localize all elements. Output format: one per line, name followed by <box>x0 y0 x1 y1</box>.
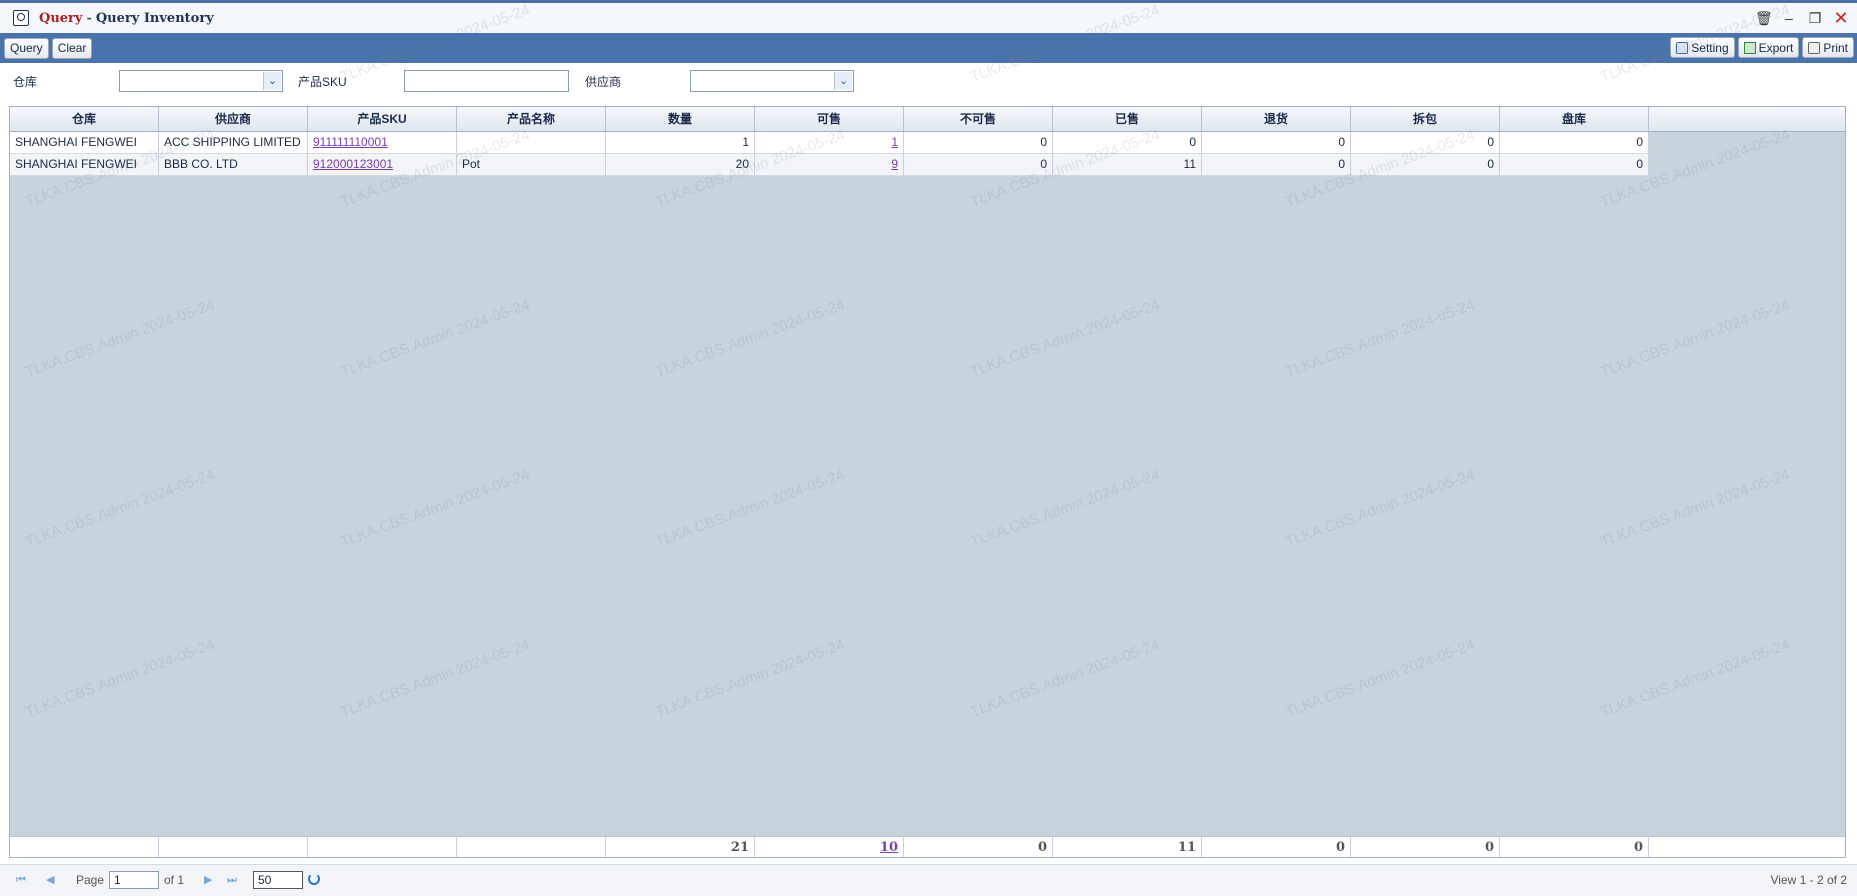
cell-returned: 0 <box>1202 154 1351 176</box>
toolbar-right: Setting Export Print <box>1670 37 1854 58</box>
cell-supplier: ACC SHIPPING LIMITED <box>159 132 308 154</box>
cell-sellable: 9 <box>755 154 904 176</box>
cell-warehouse: SHANGHAI FENGWEI <box>10 154 159 176</box>
col-header-sku[interactable]: 产品SKU <box>308 107 457 131</box>
col-header-sold[interactable]: 已售 <box>1053 107 1202 131</box>
supplier-select[interactable]: ⌄ <box>690 70 854 92</box>
setting-label: Setting <box>1691 40 1729 55</box>
print-button[interactable]: Print <box>1802 37 1854 58</box>
prev-page-icon[interactable]: ◀ <box>46 875 56 886</box>
total-unsellable: 0 <box>904 837 1053 857</box>
page-label: Page <box>76 873 105 887</box>
trash-icon[interactable]: 🗑 <box>1755 10 1773 26</box>
chevron-down-icon[interactable]: ⌄ <box>834 72 852 90</box>
warehouse-select[interactable]: ⌄ <box>119 70 283 92</box>
first-page-icon[interactable]: ⏮ <box>16 875 26 886</box>
col-header-supplier[interactable]: 供应商 <box>159 107 308 131</box>
total-empty-sku <box>308 837 457 857</box>
sellable-link[interactable]: 1 <box>891 135 898 149</box>
total-quantity: 21 <box>606 837 755 857</box>
cell-sold: 11 <box>1053 154 1202 176</box>
col-header-returned[interactable]: 退货 <box>1202 107 1351 131</box>
cell-sku: 911111110001 <box>308 132 457 154</box>
view-count: View 1 - 2 of 2 <box>1770 873 1848 887</box>
title-page: Query Inventory <box>95 10 214 26</box>
sku-input[interactable] <box>404 70 569 92</box>
setting-button[interactable]: Setting <box>1670 37 1735 58</box>
export-label: Export <box>1758 40 1794 55</box>
total-empty-warehouse <box>10 837 159 857</box>
inventory-grid: 仓库 供应商 产品SKU 产品名称 数量 可售 不可售 已售 退货 拆包 盘库 … <box>9 106 1846 858</box>
cell-returned: 0 <box>1202 132 1351 154</box>
sellable-link[interactable]: 9 <box>891 157 898 171</box>
col-header-product-name[interactable]: 产品名称 <box>457 107 606 131</box>
window-title-bar: Query - Query Inventory 🗑 – ❐ ✕ <box>0 0 1857 33</box>
page-input[interactable]: 1 <box>109 871 159 889</box>
toolbar: Query Clear Setting Export Print <box>0 33 1857 63</box>
filter-bar: 仓库 ⌄ 产品SKU 供应商 ⌄ <box>0 63 1857 100</box>
search-window-icon <box>13 10 29 26</box>
table-row[interactable]: SHANGHAI FENGWEI ACC SHIPPING LIMITED 91… <box>10 132 1649 154</box>
cell-unpacked: 0 <box>1351 132 1500 154</box>
setting-icon <box>1676 41 1689 54</box>
total-empty-supplier <box>159 837 308 857</box>
title-separator: - <box>86 10 92 26</box>
total-returned: 0 <box>1202 837 1351 857</box>
table-row[interactable]: SHANGHAI FENGWEI BBB CO. LTD 91200012300… <box>10 154 1649 176</box>
cell-quantity: 20 <box>606 154 755 176</box>
cell-stocktake: 0 <box>1500 132 1649 154</box>
window-controls: 🗑 – ❐ ✕ <box>1755 9 1849 27</box>
supplier-label: 供应商 <box>585 75 622 89</box>
col-header-unsellable[interactable]: 不可售 <box>904 107 1053 131</box>
total-unpacked: 0 <box>1351 837 1500 857</box>
next-page-icon[interactable]: ▶ <box>204 875 214 886</box>
warehouse-label: 仓库 <box>13 75 38 89</box>
totals-row: 21 10 0 11 0 0 0 <box>10 836 1845 857</box>
pager: ⏮ ◀ Page 1 of 1 ▶ ⏭ 50 View 1 - 2 of 2 <box>0 864 1857 896</box>
chevron-down-icon[interactable]: ⌄ <box>263 72 281 90</box>
clear-button[interactable]: Clear <box>51 37 93 59</box>
cell-product-name <box>457 132 606 154</box>
sku-link[interactable]: 912000123001 <box>313 157 393 171</box>
print-label: Print <box>1823 40 1848 55</box>
col-header-warehouse[interactable]: 仓库 <box>10 107 159 131</box>
sku-label: 产品SKU <box>298 75 347 89</box>
title-app: Query <box>39 10 83 26</box>
cell-stocktake: 0 <box>1500 154 1649 176</box>
refresh-icon[interactable] <box>308 873 320 885</box>
query-button[interactable]: Query <box>4 37 49 59</box>
col-header-unpacked[interactable]: 拆包 <box>1351 107 1500 131</box>
export-button[interactable]: Export <box>1737 37 1800 58</box>
printer-icon <box>1808 41 1821 54</box>
cell-sku: 912000123001 <box>308 154 457 176</box>
cell-unpacked: 0 <box>1351 154 1500 176</box>
page-size-select[interactable]: 50 <box>253 871 303 889</box>
total-stocktake: 0 <box>1500 837 1649 857</box>
page-of-label: of 1 <box>164 873 185 887</box>
sku-link[interactable]: 911111110001 <box>313 135 388 149</box>
col-header-stocktake[interactable]: 盘库 <box>1500 107 1649 131</box>
total-sold: 11 <box>1053 837 1202 857</box>
total-sellable: 10 <box>755 837 904 857</box>
total-sellable-link[interactable]: 10 <box>880 840 898 855</box>
close-icon[interactable]: ✕ <box>1833 9 1849 27</box>
total-empty-name <box>457 837 606 857</box>
restore-icon[interactable]: ❐ <box>1807 10 1823 26</box>
col-header-sellable[interactable]: 可售 <box>755 107 904 131</box>
window-title: Query - Query Inventory <box>39 11 214 26</box>
cell-supplier: BBB CO. LTD <box>159 154 308 176</box>
cell-unsellable: 0 <box>904 154 1053 176</box>
minimize-icon[interactable]: – <box>1781 10 1797 26</box>
col-header-quantity[interactable]: 数量 <box>606 107 755 131</box>
cell-quantity: 1 <box>606 132 755 154</box>
grid-header: 仓库 供应商 产品SKU 产品名称 数量 可售 不可售 已售 退货 拆包 盘库 <box>10 107 1845 132</box>
cell-sellable: 1 <box>755 132 904 154</box>
cell-sold: 0 <box>1053 132 1202 154</box>
cell-unsellable: 0 <box>904 132 1053 154</box>
cell-warehouse: SHANGHAI FENGWEI <box>10 132 159 154</box>
cell-product-name: Pot <box>457 154 606 176</box>
last-page-icon[interactable]: ⏭ <box>227 875 237 886</box>
excel-icon <box>1743 41 1756 54</box>
